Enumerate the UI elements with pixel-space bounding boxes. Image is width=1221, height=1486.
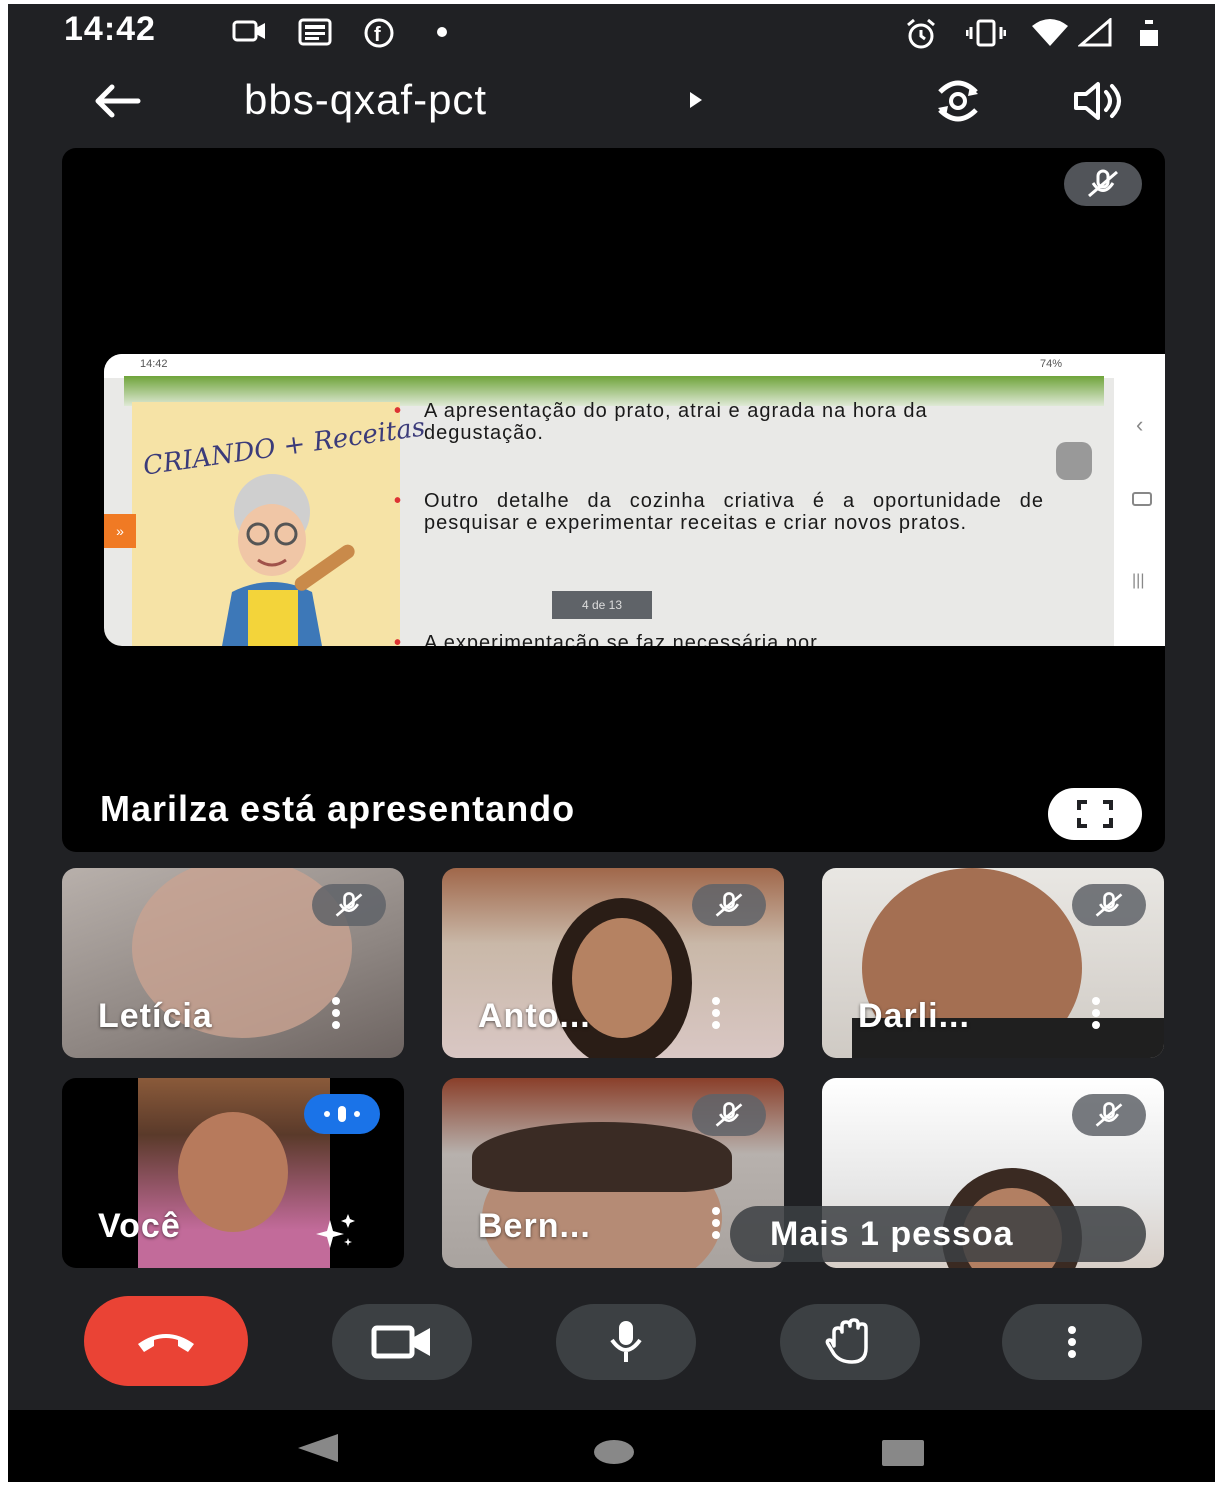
back-arrow-icon[interactable] [88,76,148,126]
participant-name: Letícia [98,997,213,1035]
meeting-title[interactable]: bbs-qxaf-pct [244,76,487,124]
more-options-button[interactable] [1002,1304,1142,1380]
switch-camera-icon[interactable] [928,76,988,126]
more-vert-icon[interactable] [710,1206,722,1240]
mic-off-icon [335,892,363,917]
signal-icon [1078,18,1112,47]
nav-home-icon[interactable] [592,1438,636,1466]
top-bar: bbs-qxaf-pct [8,60,1215,140]
facebook-icon: f [364,18,394,48]
participant-tile[interactable]: Anto... [442,868,784,1058]
slide-side-nav: ‹ ||| [1114,378,1165,646]
effects-sparkle-icon[interactable] [312,1212,358,1252]
chef-grandma-illustration [222,474,355,646]
slide-bullet-1: • A apresentação do prato, atrai e agrada… [394,400,928,444]
mic-off-icon [1095,1102,1123,1127]
nav-back-icon[interactable] [296,1432,340,1464]
alarm-icon [907,18,935,49]
android-nav-bar [8,1410,1215,1482]
slide-back-icon: ‹ [1136,412,1144,437]
participant-tile[interactable]: Darli... [822,868,1164,1058]
participant-name: Bern... [478,1207,591,1245]
self-face [178,1112,288,1232]
presenter-muted-badge [1064,162,1142,206]
mic-off-icon [1095,892,1123,917]
video-camera-icon [371,1325,430,1359]
self-tile[interactable]: Você [62,1078,404,1268]
fullscreen-button[interactable] [1048,788,1142,840]
fullscreen-icon [1077,800,1113,828]
audio-level-icon [324,1106,360,1122]
more-vert-icon [1068,1326,1076,1358]
muted-badge [692,1094,766,1136]
camera-button[interactable] [332,1304,472,1380]
end-call-button[interactable] [84,1296,248,1386]
presentation-view[interactable]: 14:42 74% CRIANDO + Receitas • A apresen… [62,148,1165,852]
raise-hand-button[interactable] [780,1304,920,1380]
shared-slide: 14:42 74% CRIANDO + Receitas • A apresen… [104,354,1165,646]
wifi-icon [1032,19,1068,46]
presenter-label: Marilza está apresentando [100,788,576,829]
participant-tile[interactable]: Letícia [62,868,404,1058]
slide-bullet-2: • Outro detalhe da cozinha criativa é a o… [394,490,1044,534]
slide-menu-handle [1056,442,1092,480]
hang-up-icon [138,1334,194,1352]
status-time: 14:42 [64,10,156,48]
microphone-icon [610,1321,642,1362]
mic-off-icon [1088,169,1118,198]
slide-bullet-3: • A experimentação se faz necessária por [394,632,818,646]
more-vert-icon[interactable] [1090,996,1102,1030]
slide-status-battery: 74% [1040,358,1063,370]
participant-name: Anto... [478,997,591,1035]
video-notification-icon [232,20,265,42]
speaker-icon[interactable] [1070,76,1130,126]
speaking-indicator [304,1094,380,1134]
nav-recents-icon[interactable] [880,1438,926,1468]
slide-status-time: 14:42 [140,358,168,370]
mic-off-icon [715,1102,743,1127]
slide-home-icon [1132,492,1152,506]
caret-right-icon[interactable] [688,90,704,110]
participant-hair [472,1122,732,1192]
vibrate-icon [966,19,1006,47]
slide-page-indicator: 4 de 13 [552,591,652,619]
slide-status-bar: 14:42 74% [104,354,1165,378]
muted-badge [1072,1094,1146,1136]
slide-expand-tab: » [104,514,136,548]
more-vert-icon[interactable] [330,996,342,1030]
muted-badge [692,884,766,926]
slide-illustration: CRIANDO + Receitas [132,402,427,646]
mic-off-icon [715,892,743,917]
battery-icon [1140,20,1158,46]
muted-badge [1072,884,1146,926]
more-people-chip[interactable]: Mais 1 pessoa [730,1206,1146,1262]
news-icon [298,18,332,46]
svg-text:f: f [374,24,381,46]
microphone-button[interactable] [556,1304,696,1380]
more-vert-icon[interactable] [710,996,722,1030]
participant-name: Você [98,1207,181,1245]
participant-name: Darli... [858,997,970,1035]
raise-hand-icon [825,1318,868,1364]
muted-badge [312,884,386,926]
slide-recents-icon: ||| [1132,572,1145,589]
status-bar: 14:42 f [8,4,1215,56]
meet-screen: 14:42 f bbs-qxaf-pct 14:42 74% CRIANDO +… [8,4,1215,1482]
dot-icon [437,27,447,37]
